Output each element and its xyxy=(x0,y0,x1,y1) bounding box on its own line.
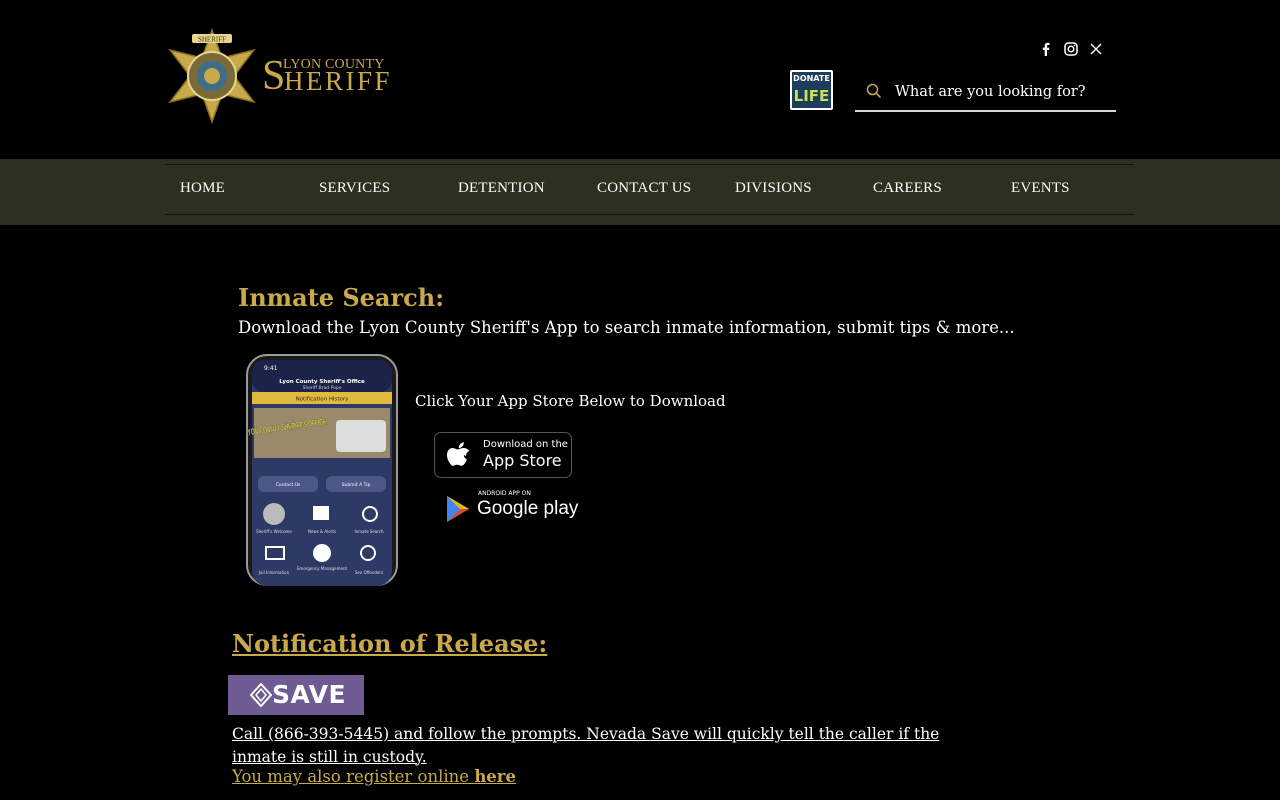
search-input[interactable] xyxy=(893,80,1112,104)
app-store-small: Download on the xyxy=(483,439,568,450)
donate-life-badge[interactable]: DONATE LIFE xyxy=(790,70,833,110)
phone-notification-bar: Notification History xyxy=(296,397,350,403)
app-store-big: App Store xyxy=(483,451,562,470)
inmate-search-heading: Inmate Search: xyxy=(238,283,445,312)
apple-icon xyxy=(447,442,470,466)
google-play-icon xyxy=(447,496,469,522)
save-label: SAVE xyxy=(272,680,347,709)
nevada-save-banner[interactable]: SAVE xyxy=(228,675,364,715)
release-instructions[interactable]: Call (866-393-5445) and follow the promp… xyxy=(232,723,992,768)
phone-tile-label: Jail Information xyxy=(258,570,290,575)
phone-sheriff: Sheriff Brad Pope xyxy=(302,385,341,391)
register-here-link[interactable]: here xyxy=(474,767,516,786)
phone-tile-label: Sex Offenders xyxy=(355,570,383,575)
instagram-icon[interactable] xyxy=(1063,41,1079,57)
google-play-big: Google play xyxy=(477,498,579,519)
app-store-instruction: Click Your App Store Below to Download xyxy=(415,392,726,410)
search-bar[interactable] xyxy=(855,74,1116,112)
facebook-icon[interactable] xyxy=(1038,41,1054,57)
nav-home[interactable]: HOME xyxy=(180,180,225,197)
nav-divisions[interactable]: DIVISIONS xyxy=(735,180,812,197)
phone-tile-label: Inmate Search xyxy=(354,529,384,534)
badge-text: SHERIFF xyxy=(198,36,226,44)
register-prefix: You may also register online xyxy=(232,767,475,786)
phone-contact-button: Contact Us xyxy=(276,482,301,488)
life-label: LIFE xyxy=(793,87,830,105)
nav-services[interactable]: SERVICES xyxy=(319,180,390,197)
register-online-line: You may also register online here xyxy=(232,767,516,786)
google-play-small: ANDROID APP ON xyxy=(478,490,531,497)
inmate-search-description: Download the Lyon County Sheriff's App t… xyxy=(238,318,1015,337)
nav-careers[interactable]: CAREERS xyxy=(873,180,942,197)
app-phone-image: 9:41 Lyon County Sheriff's Office Sherif… xyxy=(246,354,398,586)
phone-time: 9:41 xyxy=(264,365,278,372)
phone-tile-label: News & Alerts xyxy=(308,529,336,534)
site-logo-text[interactable]: S LYON COUNTY HERIFF xyxy=(262,53,402,101)
donate-label: DONATE xyxy=(793,74,830,83)
logo-initial: S xyxy=(262,53,286,99)
release-heading: Notification of Release: xyxy=(232,629,548,658)
phone-tile-label: Sheriff's Welcome xyxy=(256,529,292,534)
phone-office: Lyon County Sheriff's Office xyxy=(279,379,365,385)
search-icon[interactable] xyxy=(866,83,882,99)
app-store-button[interactable]: Download on the App Store xyxy=(434,432,572,478)
logo-line2: HERIFF xyxy=(284,66,393,96)
nav-contact-us[interactable]: CONTACT US xyxy=(597,180,691,197)
google-play-button[interactable]: ANDROID APP ON Google play xyxy=(434,486,578,530)
x-icon[interactable] xyxy=(1088,41,1104,57)
phone-tile-label: Emergency Management xyxy=(297,566,348,571)
nav-detention[interactable]: DETENTION xyxy=(458,180,545,197)
nav-events[interactable]: EVENTS xyxy=(1011,180,1070,197)
save-diamond-icon xyxy=(250,683,272,707)
phone-tip-button: Submit A Tip xyxy=(342,482,371,488)
sheriff-badge-logo[interactable]: SHERIFF xyxy=(162,28,262,124)
